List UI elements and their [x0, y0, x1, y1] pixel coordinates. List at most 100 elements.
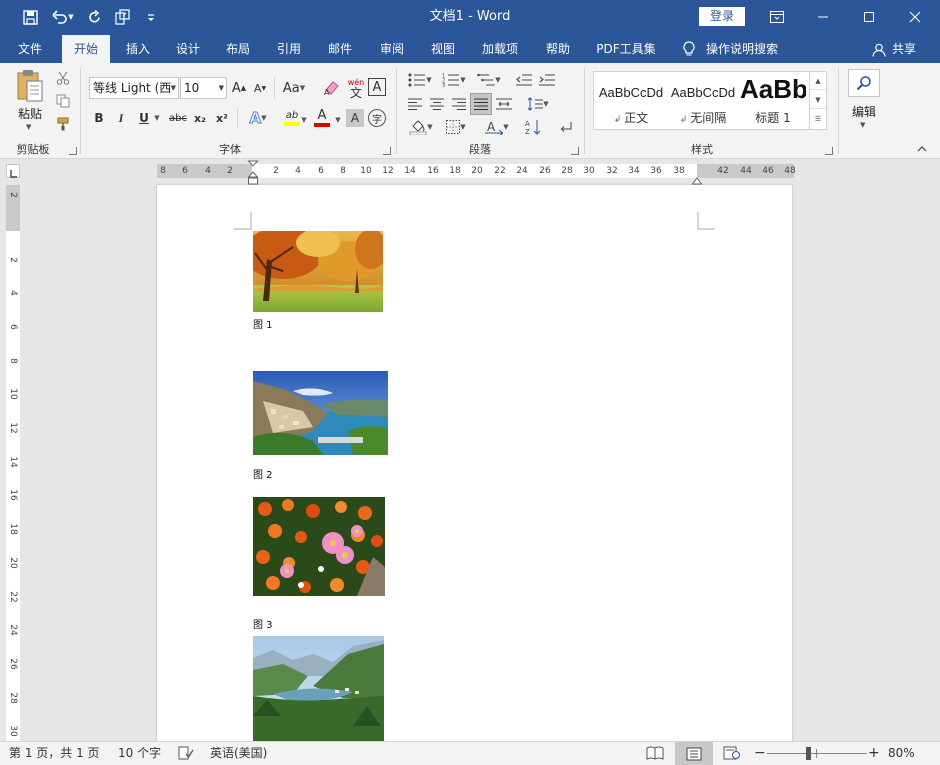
styles-scroll-down-icon[interactable]: ▼: [810, 91, 826, 109]
styles-launcher-icon[interactable]: [825, 147, 833, 155]
document-page[interactable]: 图 1 图 2 图 3: [157, 185, 792, 745]
tab-view[interactable]: 视图: [421, 35, 465, 63]
vertical-ruler[interactable]: 2 2 4 6 8 10 12 14 16 18 20 22 24 26 28 …: [6, 185, 20, 745]
align-center-icon[interactable]: [427, 95, 447, 113]
zoom-out-button[interactable]: −: [754, 742, 766, 765]
style-heading-1[interactable]: AaBb 标题 1: [740, 72, 806, 129]
right-indent-icon[interactable]: [691, 171, 703, 185]
page-count[interactable]: 第 1 页，共 1 页: [9, 742, 100, 765]
tab-file[interactable]: 文件: [8, 35, 52, 63]
shading-button[interactable]: ▼: [406, 117, 436, 137]
increase-indent-icon[interactable]: [537, 71, 557, 89]
web-layout-icon[interactable]: [723, 746, 741, 762]
grow-font-icon[interactable]: A ▲: [230, 78, 248, 98]
tab-mailings[interactable]: 邮件: [318, 35, 362, 63]
distributed-icon[interactable]: [494, 95, 514, 113]
image-coastal-village[interactable]: [253, 371, 388, 455]
maximize-icon[interactable]: [846, 0, 892, 33]
font-name-combo[interactable]: 等线 Light (西 ▼: [89, 77, 179, 99]
tab-review[interactable]: 审阅: [370, 35, 414, 63]
align-right-icon[interactable]: [449, 95, 469, 113]
style-normal[interactable]: AaBbCcDd ↲ 正文: [596, 72, 666, 129]
style-no-spacing[interactable]: AaBbCcDd ↲ 无间隔: [668, 72, 738, 129]
font-launcher-icon[interactable]: [383, 147, 391, 155]
paste-dropdown-icon[interactable]: ▼: [26, 123, 31, 131]
enclose-characters-button[interactable]: 字: [368, 109, 386, 127]
format-painter-icon[interactable]: [54, 115, 72, 133]
change-case-button[interactable]: Aa ▼: [280, 78, 308, 98]
save-icon[interactable]: [19, 7, 41, 27]
minimize-icon[interactable]: [800, 0, 846, 33]
share-person-icon[interactable]: [872, 42, 886, 57]
character-border-button[interactable]: A: [368, 78, 386, 96]
font-size-combo[interactable]: 10 ▼: [180, 77, 227, 99]
editing-button[interactable]: 编辑 ▼: [846, 68, 882, 134]
indent-markers-icon[interactable]: [247, 160, 259, 186]
character-shading-button[interactable]: A: [346, 109, 364, 127]
text-effects-button[interactable]: A ▼: [244, 107, 272, 129]
font-color-dropdown-icon[interactable]: ▼: [334, 115, 342, 125]
show-marks-icon[interactable]: [556, 117, 576, 137]
line-spacing-button[interactable]: ▼: [524, 95, 552, 113]
multilevel-list-button[interactable]: ▼: [474, 71, 504, 89]
sort-icon[interactable]: AZ: [522, 117, 544, 137]
tab-pdf-tools[interactable]: PDF工具集: [590, 35, 662, 63]
image-mountain-lake[interactable]: [253, 636, 384, 745]
redo-icon[interactable]: [83, 7, 105, 27]
tab-insert[interactable]: 插入: [116, 35, 160, 63]
zoom-thumb[interactable]: [806, 747, 811, 760]
align-left-icon[interactable]: [405, 95, 425, 113]
paste-button[interactable]: 粘贴 ▼: [10, 69, 50, 133]
copy-icon[interactable]: [54, 92, 72, 110]
language-indicator[interactable]: 英语(美国): [210, 742, 267, 765]
subscript-button[interactable]: x₂: [191, 109, 209, 127]
touch-mode-icon[interactable]: [112, 7, 134, 27]
styles-scroll-up-icon[interactable]: ▲: [810, 72, 826, 90]
font-name-dropdown-icon[interactable]: ▼: [171, 78, 176, 98]
read-mode-icon[interactable]: [646, 746, 664, 762]
image-flowers[interactable]: [253, 497, 385, 596]
paragraph-launcher-icon[interactable]: [571, 147, 579, 155]
numbering-button[interactable]: 1 2 3 ▼: [440, 71, 468, 89]
share-button[interactable]: 共享: [889, 35, 919, 63]
chinese-layout-button[interactable]: A ▼: [481, 117, 513, 137]
cut-icon[interactable]: [54, 69, 72, 87]
tab-layout[interactable]: 布局: [216, 35, 260, 63]
underline-button[interactable]: U: [136, 109, 152, 127]
undo-dropdown-icon[interactable]: ▼: [66, 7, 76, 27]
italic-button[interactable]: I: [113, 109, 129, 127]
print-layout-button[interactable]: [675, 742, 713, 765]
strikethrough-button[interactable]: abc: [168, 109, 188, 127]
zoom-slider[interactable]: [767, 747, 867, 761]
bullets-button[interactable]: ▼: [406, 71, 434, 89]
zoom-in-button[interactable]: +: [868, 742, 880, 765]
tab-help[interactable]: 帮助: [536, 35, 580, 63]
zoom-level[interactable]: 80%: [888, 742, 915, 765]
styles-more-icon[interactable]: ☰: [810, 110, 826, 128]
highlight-dropdown-icon[interactable]: ▼: [300, 115, 308, 125]
font-color-button[interactable]: A: [311, 107, 333, 129]
shrink-font-icon[interactable]: A ▼: [251, 78, 269, 98]
image-autumn-park[interactable]: [253, 231, 383, 312]
tab-references[interactable]: 引用: [267, 35, 311, 63]
decrease-indent-icon[interactable]: [514, 71, 534, 89]
font-size-dropdown-icon[interactable]: ▼: [219, 78, 224, 98]
customize-qat-icon[interactable]: [140, 7, 162, 27]
tell-me-search[interactable]: 操作说明搜索: [706, 35, 784, 63]
superscript-button[interactable]: x²: [213, 109, 231, 127]
clipboard-launcher-icon[interactable]: [69, 147, 77, 155]
tab-selector-icon[interactable]: [6, 164, 20, 178]
login-button[interactable]: 登录: [699, 7, 745, 26]
tab-design[interactable]: 设计: [166, 35, 210, 63]
underline-dropdown-icon[interactable]: ▼: [153, 113, 161, 123]
tab-addins[interactable]: 加载项: [474, 35, 526, 63]
collapse-ribbon-icon[interactable]: [914, 143, 930, 155]
phonetic-guide-button[interactable]: wén 文: [346, 76, 366, 100]
proofing-icon[interactable]: [178, 746, 194, 762]
justify-icon[interactable]: [470, 93, 492, 115]
ribbon-display-icon[interactable]: [754, 0, 800, 33]
close-icon[interactable]: [892, 0, 938, 33]
bold-button[interactable]: B: [91, 109, 107, 127]
borders-button[interactable]: ▼: [441, 117, 471, 137]
clear-formatting-icon[interactable]: A: [321, 78, 343, 98]
